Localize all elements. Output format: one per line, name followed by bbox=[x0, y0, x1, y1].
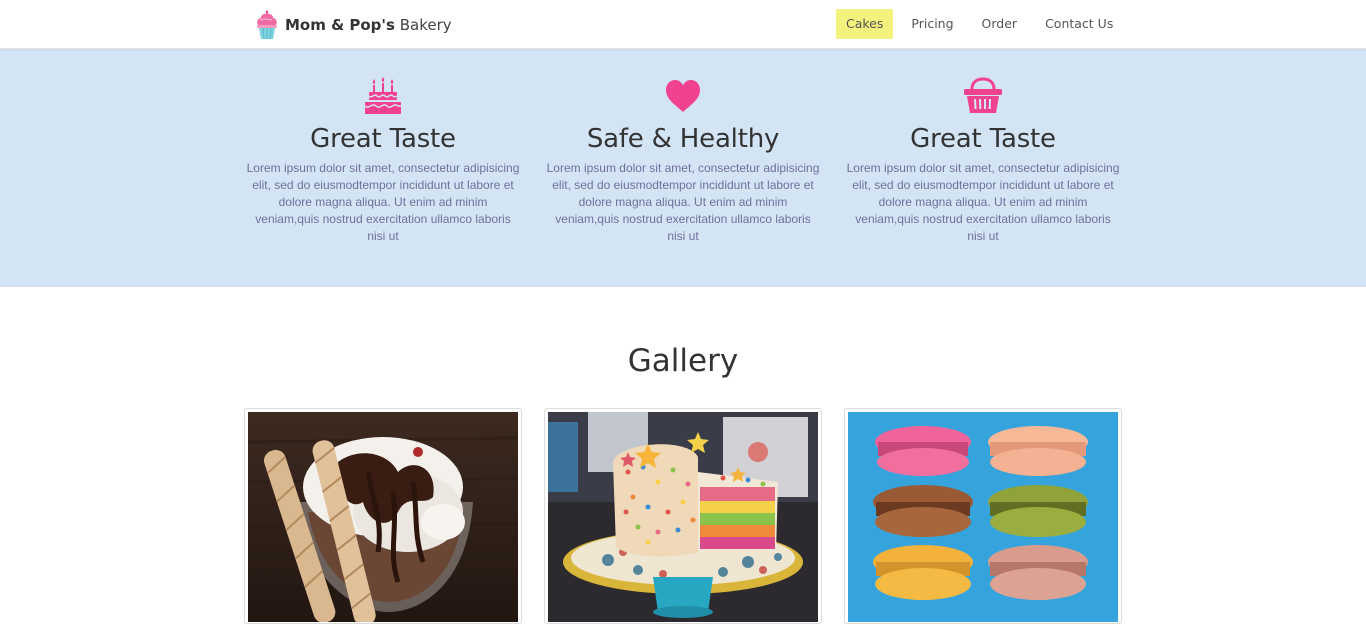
gallery-thumbnail[interactable] bbox=[544, 408, 822, 624]
feature-text: Lorem ipsum dolor sit amet, consectetur … bbox=[546, 161, 820, 243]
feature-card: Great Taste Lorem ipsum dolor sit amet, … bbox=[243, 77, 523, 245]
gallery-title: Gallery bbox=[627, 343, 739, 379]
feature-card: Great Taste Lorem ipsum dolor sit amet, … bbox=[843, 77, 1123, 245]
nav-contact-us[interactable]: Contact Us bbox=[1035, 9, 1123, 39]
feature-card: Safe & Healthy Lorem ipsum dolor sit ame… bbox=[543, 77, 823, 245]
brand-link[interactable]: Mom & Pop's Bakery bbox=[254, 8, 452, 42]
features-section: Great Taste Lorem ipsum dolor sit amet, … bbox=[0, 49, 1366, 287]
sprinkle-cake-image bbox=[548, 412, 818, 622]
ice-cream-sundae-image bbox=[248, 412, 518, 622]
feature-title: Great Taste bbox=[310, 124, 456, 154]
navbar: Mom & Pop's Bakery Cakes Pricing Order C… bbox=[0, 0, 1366, 49]
birthday-cake-icon bbox=[364, 77, 401, 114]
cupcake-logo-icon bbox=[257, 10, 277, 40]
nav-order[interactable]: Order bbox=[972, 9, 1028, 39]
feature-text: Lorem ipsum dolor sit amet, consectetur … bbox=[246, 161, 520, 243]
shopping-basket-icon bbox=[964, 77, 1002, 113]
heart-icon bbox=[666, 80, 700, 112]
nav-pricing[interactable]: Pricing bbox=[901, 9, 963, 39]
gallery-thumbnail[interactable] bbox=[844, 408, 1122, 624]
feature-title: Great Taste bbox=[910, 124, 1056, 154]
brand-name-strong: Mom & Pop's bbox=[285, 16, 395, 34]
gallery-thumbnail[interactable] bbox=[244, 408, 522, 624]
brand-name-light: Bakery bbox=[399, 16, 452, 34]
feature-text: Lorem ipsum dolor sit amet, consectetur … bbox=[846, 161, 1120, 243]
feature-title: Safe & Healthy bbox=[586, 124, 780, 154]
main-nav: Cakes Pricing Order Contact Us bbox=[836, 9, 1131, 39]
macarons-image bbox=[848, 412, 1118, 622]
nav-cakes[interactable]: Cakes bbox=[836, 9, 894, 39]
